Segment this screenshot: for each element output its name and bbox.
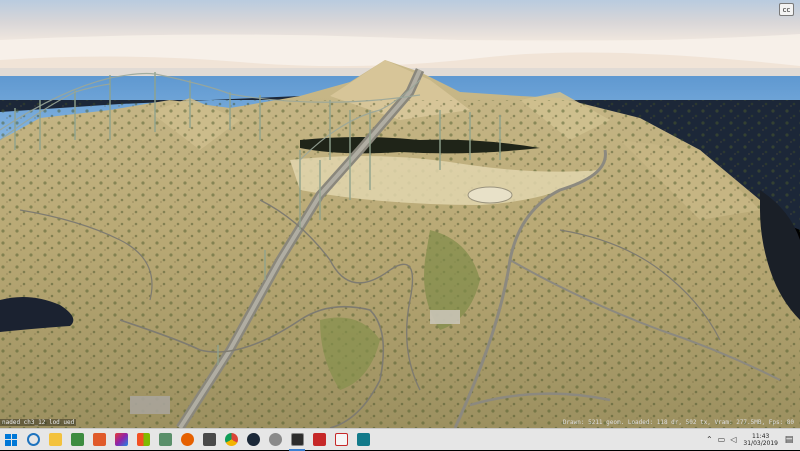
game-red-taskbar-icon[interactable] — [308, 429, 330, 451]
windows-logo-icon — [5, 433, 17, 446]
viewer-stats-text: Drawn: 5211 geom. Loaded: 118 dr, 502 tx… — [562, 419, 794, 426]
3d-app-taskbar-icon[interactable] — [154, 429, 176, 451]
start-button[interactable] — [0, 429, 22, 451]
clock-time: 11:43 — [752, 432, 770, 440]
viewer-status-text: naded ch3_12 lod ued — [0, 419, 77, 426]
ie-taskbar-icon[interactable] — [22, 429, 44, 451]
system-tray: ⌃ ▭ ◁ 11:43 31/03/2019 ▤ — [703, 429, 800, 451]
windows-apps-taskbar-icon[interactable] — [132, 429, 154, 451]
terminal-taskbar-icon[interactable] — [352, 429, 374, 451]
taskbar-clock[interactable]: 11:43 31/03/2019 — [743, 433, 778, 447]
notification-icon[interactable]: ▤ — [782, 429, 796, 451]
viewer-corner-button[interactable]: cc — [779, 3, 794, 16]
map-viewport[interactable] — [0, 0, 800, 428]
clock-date: 31/03/2019 — [743, 439, 778, 447]
media-player-taskbar-icon[interactable] — [88, 429, 110, 451]
firefox-taskbar-icon[interactable] — [176, 429, 198, 451]
store-taskbar-icon[interactable] — [66, 429, 88, 451]
codewalker-taskbar-icon[interactable] — [286, 429, 308, 451]
chevron-up-icon[interactable]: ⌃ — [703, 429, 715, 451]
network-icon[interactable]: ▭ — [715, 429, 727, 451]
paint-taskbar-icon[interactable] — [110, 429, 132, 451]
steam-taskbar-icon[interactable] — [242, 429, 264, 451]
taskbar: ⌃ ▭ ◁ 11:43 31/03/2019 ▤ — [0, 428, 800, 451]
xbox-taskbar-icon[interactable] — [264, 429, 286, 451]
volume-icon[interactable]: ◁ — [727, 429, 739, 451]
reader-taskbar-icon[interactable] — [330, 429, 352, 451]
chrome-taskbar-icon[interactable] — [220, 429, 242, 451]
settings-taskbar-icon[interactable] — [198, 429, 220, 451]
file-explorer-taskbar-icon[interactable] — [44, 429, 66, 451]
